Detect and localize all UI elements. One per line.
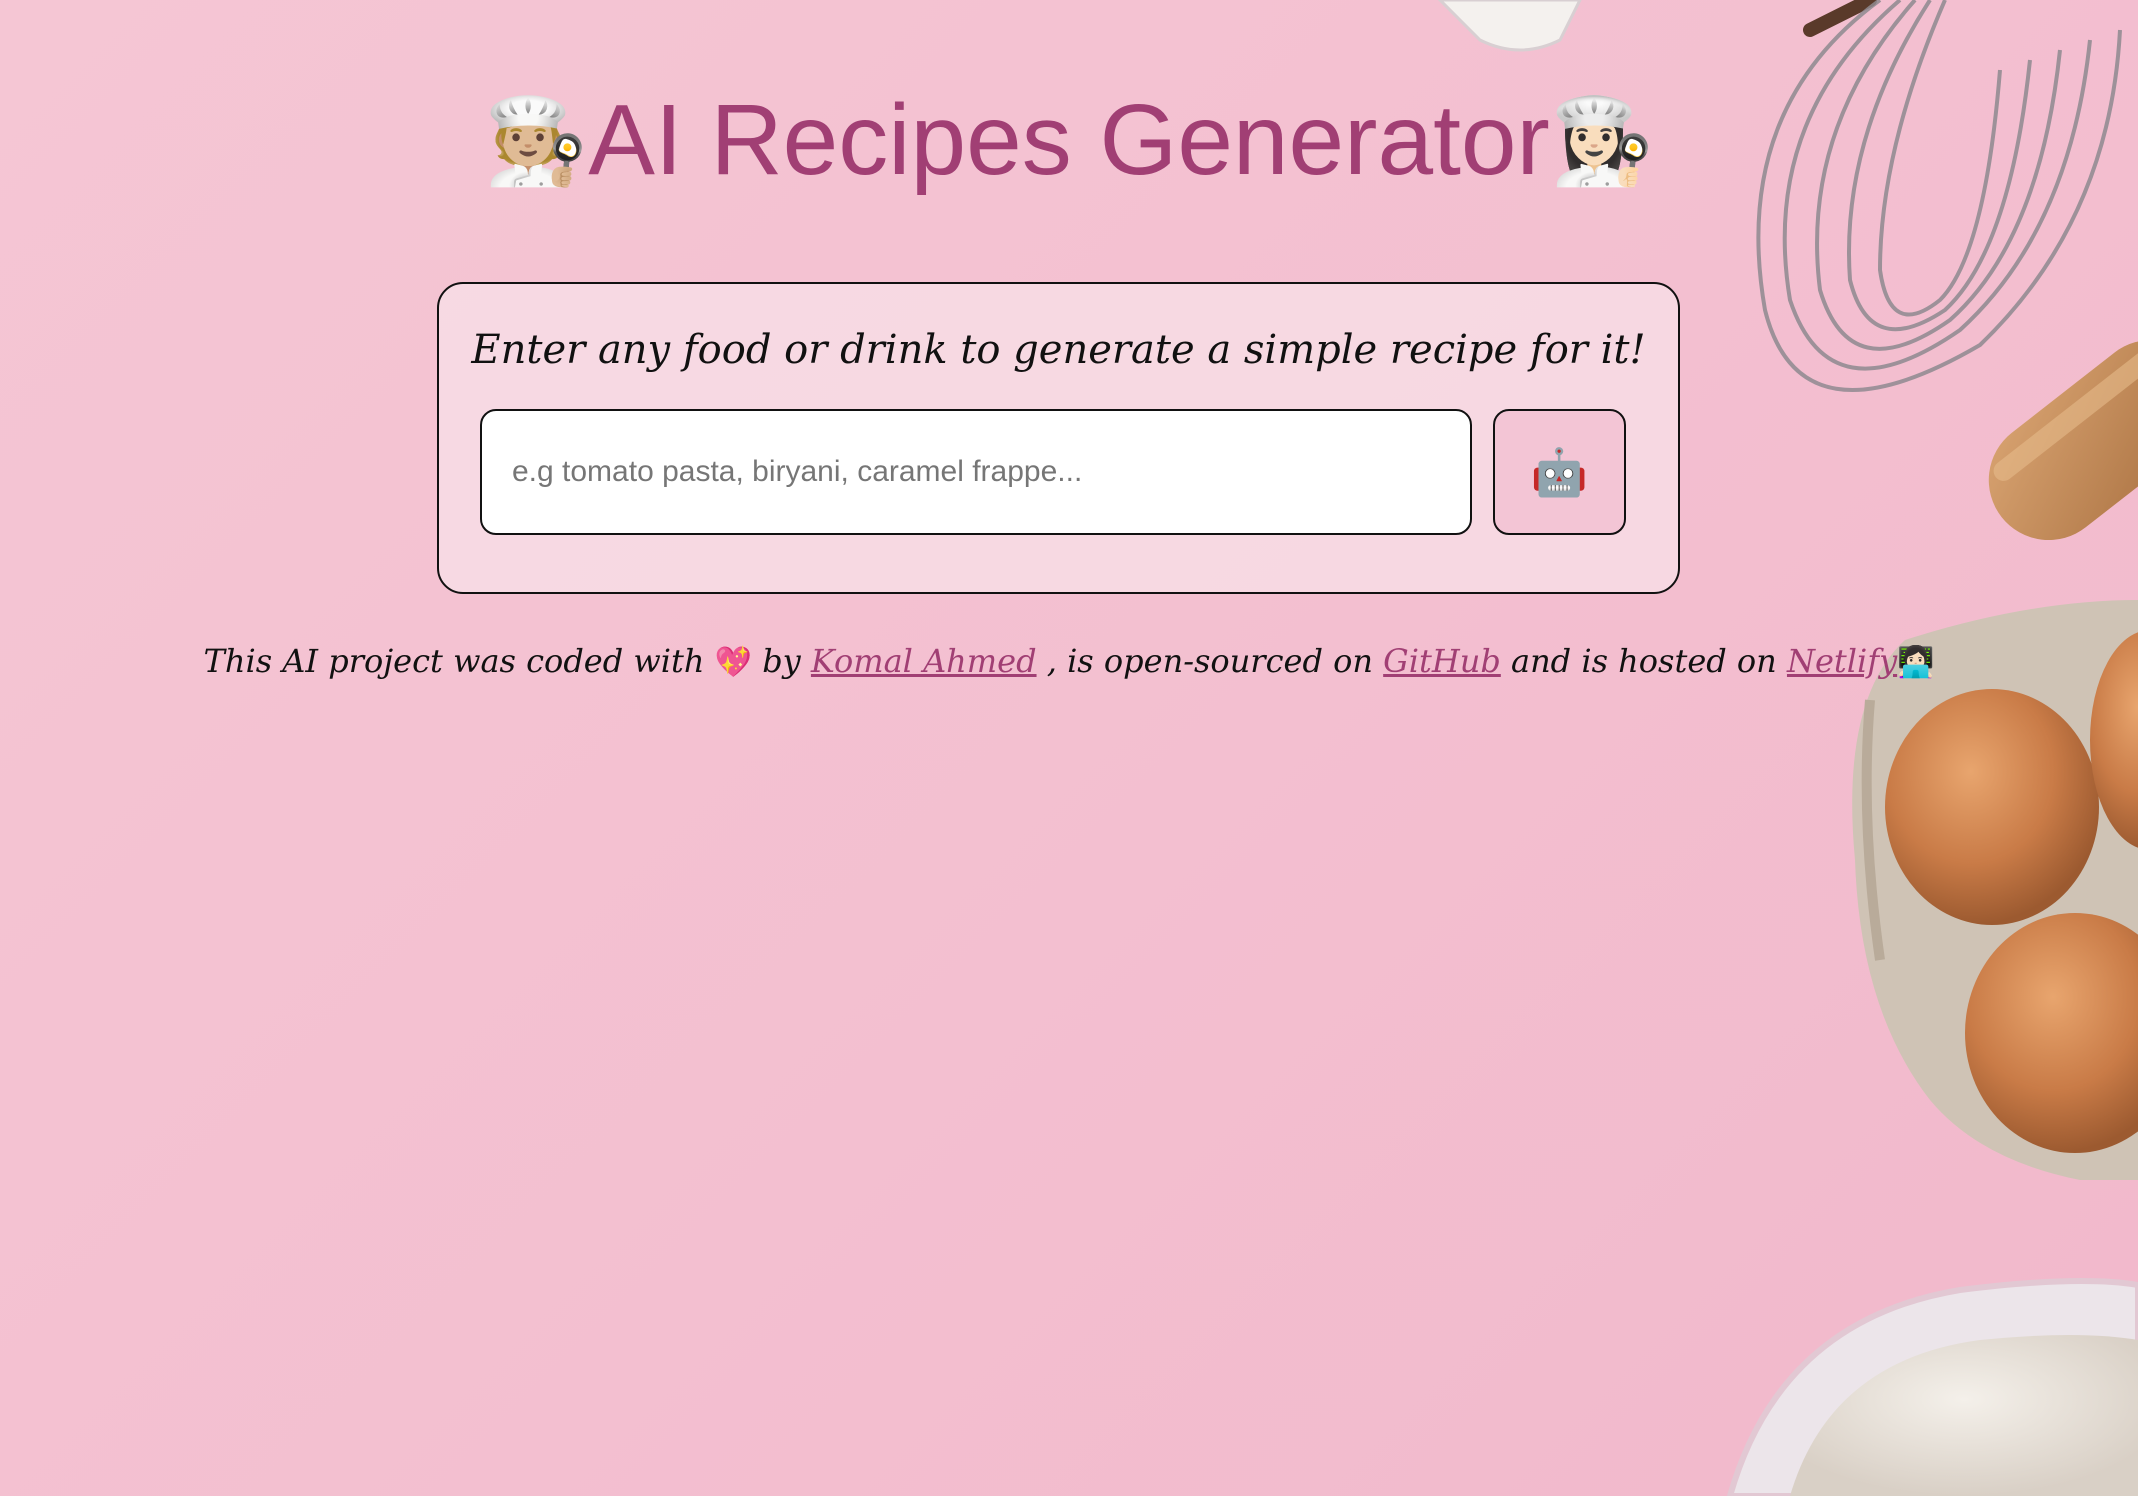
generate-recipe-button[interactable]: 🤖 xyxy=(1493,409,1626,535)
github-link[interactable]: GitHub xyxy=(1383,642,1501,680)
robot-icon: 🤖 xyxy=(1530,446,1589,498)
author-link[interactable]: Komal Ahmed xyxy=(811,642,1037,680)
chef-icon: 🧑🏼‍🍳 xyxy=(483,94,589,188)
credits-text: , is open-sourced on xyxy=(1046,642,1373,680)
netlify-link[interactable]: Netlify xyxy=(1787,642,1897,680)
whisk-handle xyxy=(1803,0,1877,37)
flour-bowl xyxy=(1726,1278,2138,1496)
egg xyxy=(1885,689,2099,925)
credits-text: This AI project was coded with xyxy=(203,642,705,680)
rolling-pin xyxy=(1988,339,2138,541)
towel-shape xyxy=(1437,0,1582,52)
page-title: 🧑🏼‍🍳AI Recipes Generator👩🏻‍🍳 xyxy=(0,78,2138,203)
page-title-text: AI Recipes Generator xyxy=(588,84,1550,196)
form-instructions: Enter any food or drink to generate a si… xyxy=(471,327,1646,373)
chef-icon: 👩🏻‍🍳 xyxy=(1549,94,1655,188)
credits-line: This AI project was coded with 💖 by Koma… xyxy=(0,636,2138,688)
credits-text: and is hosted on xyxy=(1510,642,1777,680)
recipe-search-input[interactable] xyxy=(480,409,1472,535)
recipe-form-card: Enter any food or drink to generate a si… xyxy=(437,282,1680,594)
technologist-icon: 👩🏻‍💻 xyxy=(1897,645,1935,680)
heart-icon: 💖 xyxy=(714,645,753,680)
kitchen-background-illustration xyxy=(1437,0,2138,1496)
credits-text: by xyxy=(762,642,801,680)
egg xyxy=(1965,913,2138,1153)
